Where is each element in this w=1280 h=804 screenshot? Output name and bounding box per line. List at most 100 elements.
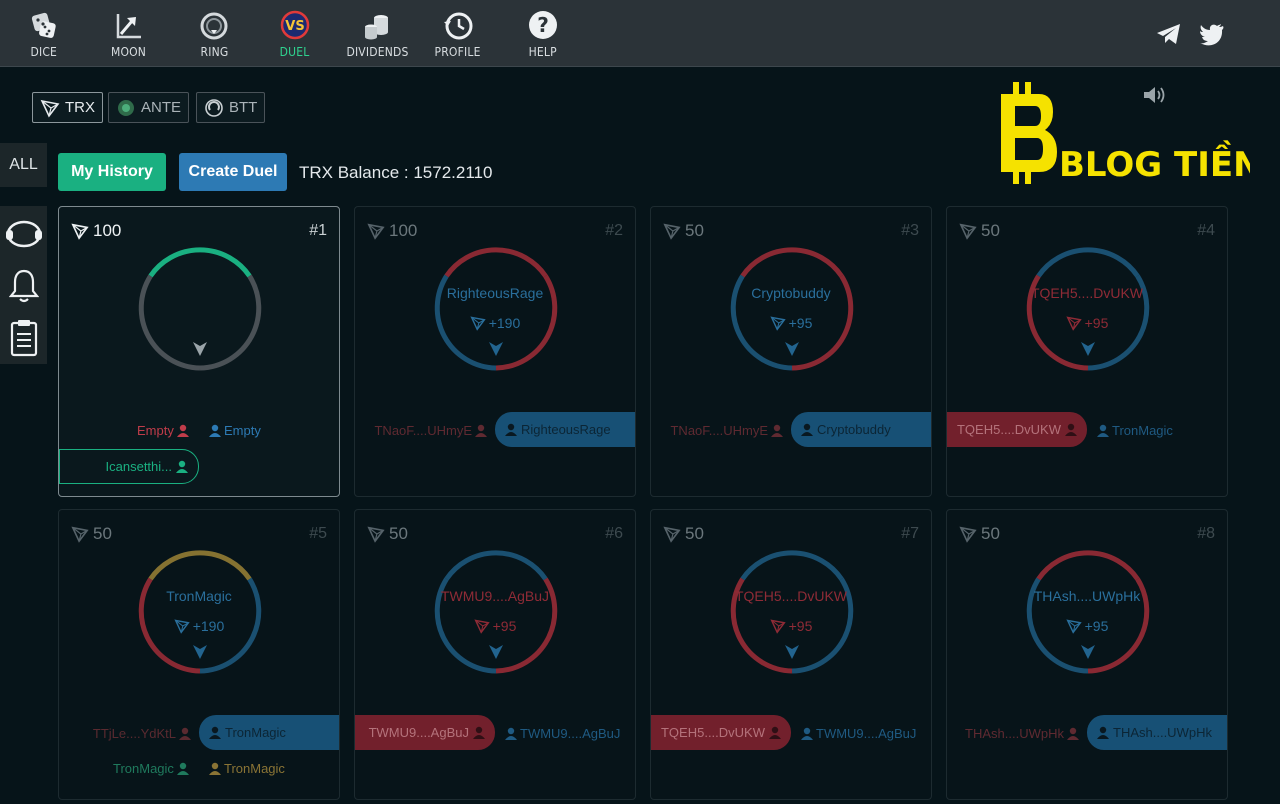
ring-bonus-value: +190: [488, 315, 521, 331]
svg-text:?: ?: [537, 13, 549, 37]
tron-icon: [473, 619, 490, 634]
right-player-pill[interactable]: THAsh....UWpHk: [1087, 715, 1227, 750]
right-player-pill[interactable]: Cryptobuddy: [791, 412, 931, 447]
telegram-icon[interactable]: [1156, 22, 1182, 46]
user-icon: [209, 726, 221, 739]
card-number: #5: [309, 525, 327, 542]
ring-bonus: +95: [947, 315, 1227, 331]
left-player[interactable]: Empty: [137, 423, 189, 438]
duel-card[interactable]: 100 #2 RighteousRage +190 TNaoF....UHmyE Righ…: [354, 206, 636, 497]
nav-label-ring: RING: [200, 45, 228, 59]
card-number: #2: [605, 222, 623, 239]
card-number: #8: [1197, 525, 1215, 542]
card-amount: 100: [367, 221, 417, 241]
extra-player-right[interactable]: TronMagic: [209, 761, 285, 776]
tron-icon: [174, 619, 190, 634]
tron-icon: [959, 223, 977, 240]
currency-ante[interactable]: ANTE: [108, 92, 190, 123]
card-amount-value: 100: [93, 221, 122, 240]
currency-ante-label: ANTE: [141, 99, 182, 116]
duel-card[interactable]: 50 #6 TWMU9....AgBuJ +95 TWMU9....AgBuJ TWMU9…: [354, 509, 636, 800]
right-player-pill[interactable]: TronMagic: [199, 715, 339, 750]
card-amount: 50: [71, 524, 112, 544]
card-amount: 50: [663, 524, 704, 544]
nav-label-duel: DUEL: [280, 45, 310, 59]
card-amount-value: 50: [389, 524, 408, 543]
tron-icon: [1065, 619, 1082, 634]
duel-vs-icon: VS: [280, 10, 310, 40]
user-icon: [771, 424, 783, 437]
ring-bonus: +95: [947, 618, 1227, 634]
duel-card[interactable]: 50 #4 TQEH5....DvUKW +95 TQEH5....DvUKW TronM…: [946, 206, 1228, 497]
user-icon: [1067, 727, 1079, 740]
nav-dice[interactable]: DICE: [4, 10, 84, 62]
left-player[interactable]: TNaoF....UHmyE: [374, 423, 487, 438]
card-number: #1: [309, 222, 327, 239]
headset-icon: [6, 220, 42, 248]
left-player-name: Empty: [137, 423, 174, 438]
right-player-pill[interactable]: RighteousRage: [495, 412, 635, 447]
ring-bonus: +95: [355, 618, 635, 634]
nav-duel[interactable]: VS DUEL: [255, 10, 335, 62]
right-player-name: TWMU9....AgBuJ: [816, 726, 917, 741]
card-amount-value: 50: [981, 221, 1000, 240]
duel-ring: [730, 550, 854, 674]
extra-player-right-name: TronMagic: [224, 761, 285, 776]
user-icon: [801, 423, 813, 436]
left-player[interactable]: THAsh....UWpHk: [965, 726, 1079, 741]
ring-bonus: +190: [59, 618, 339, 634]
ring-icon: [200, 12, 228, 40]
support-button[interactable]: [4, 212, 44, 256]
nav-ring[interactable]: RING: [174, 10, 254, 62]
user-icon: [801, 727, 813, 740]
duel-card[interactable]: 50 #3 Cryptobuddy +95 TNaoF....UHmyE Cryptobu…: [650, 206, 932, 497]
user-icon: [475, 424, 487, 437]
clipboard-icon: [10, 320, 38, 357]
ring-bonus: +95: [651, 618, 931, 634]
currency-btt[interactable]: BTT: [196, 92, 266, 123]
tron-icon: [1065, 316, 1082, 331]
ring-player-name: TWMU9....AgBuJ: [440, 588, 550, 604]
ring-bonus-value: +95: [1084, 618, 1109, 634]
left-player[interactable]: TTjLe....YdKtL: [93, 726, 191, 741]
btt-icon: [205, 98, 223, 117]
user-icon: [1097, 424, 1109, 437]
ring-player-name: TQEH5....DvUKW: [1030, 285, 1143, 301]
create-duel-button[interactable]: Create Duel: [179, 153, 287, 191]
ring-bonus-value: +95: [788, 315, 813, 331]
filter-all-button[interactable]: ALL: [0, 143, 47, 187]
left-player-pill[interactable]: TQEH5....DvUKW: [947, 412, 1087, 447]
right-player[interactable]: TWMU9....AgBuJ: [505, 726, 620, 741]
left-player[interactable]: TNaoF....UHmyE: [670, 423, 783, 438]
right-player[interactable]: Empty: [209, 423, 261, 438]
notifications-button[interactable]: [4, 264, 44, 308]
user-icon: [176, 762, 189, 775]
nav-profile[interactable]: PROFILE: [418, 10, 498, 62]
right-player[interactable]: TronMagic: [1097, 423, 1173, 438]
duel-ring: [1026, 247, 1150, 371]
duel-card[interactable]: 50 #8 THAsh....UWpHk +95 THAsh....UWpHk THAsh…: [946, 509, 1228, 800]
currency-trx[interactable]: TRX: [32, 92, 103, 123]
left-player-pill[interactable]: TWMU9....AgBuJ: [355, 715, 495, 750]
left-player-pill[interactable]: TQEH5....DvUKW: [651, 715, 791, 750]
duel-card[interactable]: 50 #5 TronMagic +190 TTjLe....YdKtL TronMagic…: [58, 509, 340, 800]
card-amount-value: 50: [93, 524, 112, 543]
dice-icon: [31, 12, 56, 38]
nav-dividends[interactable]: DIVIDENDS: [337, 10, 417, 62]
joined-player-pill[interactable]: Icansetthi...: [59, 449, 199, 484]
tron-icon: [367, 526, 385, 543]
left-player-name: TTjLe....YdKtL: [92, 726, 176, 741]
user-icon: [209, 762, 221, 775]
notes-button[interactable]: [4, 316, 44, 360]
duel-ring: [730, 247, 854, 371]
twitter-icon[interactable]: [1199, 22, 1225, 46]
duel-card[interactable]: 100 #1 Empty Empty Icansetthi...: [58, 206, 340, 497]
nav-moon[interactable]: MOON: [89, 10, 169, 62]
extra-player-left[interactable]: TronMagic: [113, 761, 189, 776]
ring-player-name: Cryptobuddy: [751, 285, 831, 301]
duel-card[interactable]: 50 #7 TQEH5....DvUKW +95 TQEH5....DvUKW TWMU9…: [650, 509, 932, 800]
my-history-button[interactable]: My History: [58, 153, 166, 191]
nav-help[interactable]: ? HELP: [503, 10, 583, 62]
right-player[interactable]: TWMU9....AgBuJ: [801, 726, 916, 741]
duel-ring: [434, 247, 558, 371]
